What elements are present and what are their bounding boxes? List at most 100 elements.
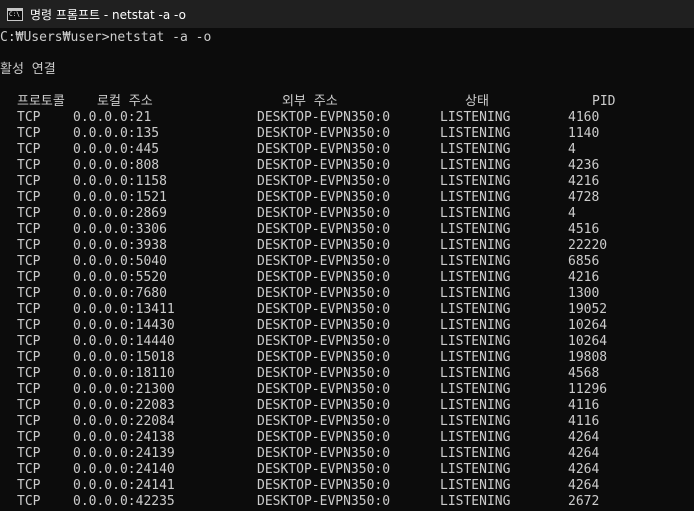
row-foreign-address: DESKTOP-EVPN350:0 [257, 206, 391, 221]
table-row: TCP 0.0.0.0:18110 DESKTOP-EVPN350:0 LIST… [0, 366, 694, 382]
row-proto: TCP [17, 126, 41, 141]
row-state: LISTENING [440, 446, 511, 461]
console-output[interactable]: C:₩Users₩user>netstat -a -o 활성 연결 프로토콜 로… [0, 28, 694, 511]
row-local-address: 0.0.0.0:18110 [73, 366, 175, 381]
row-proto: TCP [17, 206, 41, 221]
row-foreign-address: DESKTOP-EVPN350:0 [257, 462, 391, 477]
row-local-address: 0.0.0.0:24140 [73, 462, 175, 477]
row-foreign-address: DESKTOP-EVPN350:0 [257, 478, 391, 493]
row-local-address: 0.0.0.0:24139 [73, 446, 175, 461]
row-local-address: 0.0.0.0:22084 [73, 414, 175, 429]
row-foreign-address: DESKTOP-EVPN350:0 [257, 174, 391, 189]
row-foreign-address: DESKTOP-EVPN350:0 [257, 430, 391, 445]
table-row: TCP 0.0.0.0:1158 DESKTOP-EVPN350:0 LISTE… [0, 174, 694, 190]
header-proto: 프로토콜 [17, 94, 65, 109]
row-proto: TCP [17, 318, 41, 333]
table-row: TCP 0.0.0.0:5520 DESKTOP-EVPN350:0 LISTE… [0, 270, 694, 286]
row-state: LISTENING [440, 334, 511, 349]
row-foreign-address: DESKTOP-EVPN350:0 [257, 190, 391, 205]
row-local-address: 0.0.0.0:1158 [73, 174, 167, 189]
row-local-address: 0.0.0.0:7680 [73, 286, 167, 301]
row-local-address: 0.0.0.0:21 [73, 110, 152, 125]
row-pid: 10264 [568, 334, 608, 349]
table-row: TCP 0.0.0.0:24139 DESKTOP-EVPN350:0 LIST… [0, 446, 694, 462]
table-row: TCP 0.0.0.0:445 DESKTOP-EVPN350:0 LISTEN… [0, 142, 694, 158]
table-row: TCP 0.0.0.0:13411 DESKTOP-EVPN350:0 LIST… [0, 302, 694, 318]
row-local-address: 0.0.0.0:24141 [73, 478, 175, 493]
row-foreign-address: DESKTOP-EVPN350:0 [257, 334, 391, 349]
command-prompt-window: 명령 프롬프트 - netstat -a -o C:₩Users₩user>ne… [0, 0, 694, 511]
table-row: TCP 0.0.0.0:24141 DESKTOP-EVPN350:0 LIST… [0, 478, 694, 494]
row-pid: 4236 [568, 158, 600, 173]
header-pid: PID [592, 94, 616, 109]
row-proto: TCP [17, 382, 41, 397]
table-row: TCP 0.0.0.0:7680 DESKTOP-EVPN350:0 LISTE… [0, 286, 694, 302]
row-state: LISTENING [440, 206, 511, 221]
table-row: TCP 0.0.0.0:3306 DESKTOP-EVPN350:0 LISTE… [0, 222, 694, 238]
row-local-address: 0.0.0.0:14440 [73, 334, 175, 349]
table-row: TCP 0.0.0.0:24140 DESKTOP-EVPN350:0 LIST… [0, 462, 694, 478]
row-local-address: 0.0.0.0:808 [73, 158, 160, 173]
row-foreign-address: DESKTOP-EVPN350:0 [257, 446, 391, 461]
row-state: LISTENING [440, 462, 511, 477]
row-foreign-address: DESKTOP-EVPN350:0 [257, 494, 391, 509]
row-state: LISTENING [440, 254, 511, 269]
row-state: LISTENING [440, 222, 511, 237]
table-header: 프로토콜 로컬 주소 외부 주소 상태 PID [0, 94, 694, 110]
row-local-address: 0.0.0.0:5040 [73, 254, 167, 269]
row-proto: TCP [17, 270, 41, 285]
row-pid: 4728 [568, 190, 600, 205]
row-state: LISTENING [440, 286, 511, 301]
row-foreign-address: DESKTOP-EVPN350:0 [257, 158, 391, 173]
row-state: LISTENING [440, 110, 511, 125]
row-local-address: 0.0.0.0:14430 [73, 318, 175, 333]
table-row: TCP 0.0.0.0:42235 DESKTOP-EVPN350:0 LIST… [0, 494, 694, 510]
row-state: LISTENING [440, 270, 511, 285]
row-local-address: 0.0.0.0:3306 [73, 222, 167, 237]
table-row: TCP 0.0.0.0:14440 DESKTOP-EVPN350:0 LIST… [0, 334, 694, 350]
row-proto: TCP [17, 110, 41, 125]
row-state: LISTENING [440, 366, 511, 381]
row-local-address: 0.0.0.0:13411 [73, 302, 175, 317]
table-row: TCP 0.0.0.0:14430 DESKTOP-EVPN350:0 LIST… [0, 318, 694, 334]
table-row: TCP 0.0.0.0:24138 DESKTOP-EVPN350:0 LIST… [0, 430, 694, 446]
row-foreign-address: DESKTOP-EVPN350:0 [257, 222, 391, 237]
row-proto: TCP [17, 462, 41, 477]
row-pid: 4116 [568, 414, 600, 429]
row-pid: 4264 [568, 478, 600, 493]
row-pid: 4568 [568, 366, 600, 381]
row-state: LISTENING [440, 174, 511, 189]
row-foreign-address: DESKTOP-EVPN350:0 [257, 302, 391, 317]
cmd-icon [7, 7, 23, 21]
row-pid: 4264 [568, 446, 600, 461]
table-row: TCP 0.0.0.0:135 DESKTOP-EVPN350:0 LISTEN… [0, 126, 694, 142]
row-pid: 4160 [568, 110, 600, 125]
row-state: LISTENING [440, 126, 511, 141]
row-pid: 4216 [568, 270, 600, 285]
row-state: LISTENING [440, 238, 511, 253]
row-pid: 4116 [568, 398, 600, 413]
row-proto: TCP [17, 350, 41, 365]
table-row: TCP 0.0.0.0:15018 DESKTOP-EVPN350:0 LIST… [0, 350, 694, 366]
table-row: TCP 0.0.0.0:22083 DESKTOP-EVPN350:0 LIST… [0, 398, 694, 414]
title-bar[interactable]: 명령 프롬프트 - netstat -a -o [0, 0, 694, 28]
row-state: LISTENING [440, 430, 511, 445]
row-proto: TCP [17, 190, 41, 205]
row-state: LISTENING [440, 190, 511, 205]
row-local-address: 0.0.0.0:1521 [73, 190, 167, 205]
row-pid: 2672 [568, 494, 600, 509]
row-local-address: 0.0.0.0:135 [73, 126, 160, 141]
row-local-address: 0.0.0.0:5520 [73, 270, 167, 285]
row-state: LISTENING [440, 494, 511, 509]
row-local-address: 0.0.0.0:21300 [73, 382, 175, 397]
row-state: LISTENING [440, 350, 511, 365]
row-proto: TCP [17, 302, 41, 317]
row-foreign-address: DESKTOP-EVPN350:0 [257, 382, 391, 397]
row-foreign-address: DESKTOP-EVPN350:0 [257, 286, 391, 301]
row-foreign-address: DESKTOP-EVPN350:0 [257, 126, 391, 141]
row-local-address: 0.0.0.0:3938 [73, 238, 167, 253]
row-state: LISTENING [440, 398, 511, 413]
row-proto: TCP [17, 334, 41, 349]
row-foreign-address: DESKTOP-EVPN350:0 [257, 254, 391, 269]
row-proto: TCP [17, 238, 41, 253]
